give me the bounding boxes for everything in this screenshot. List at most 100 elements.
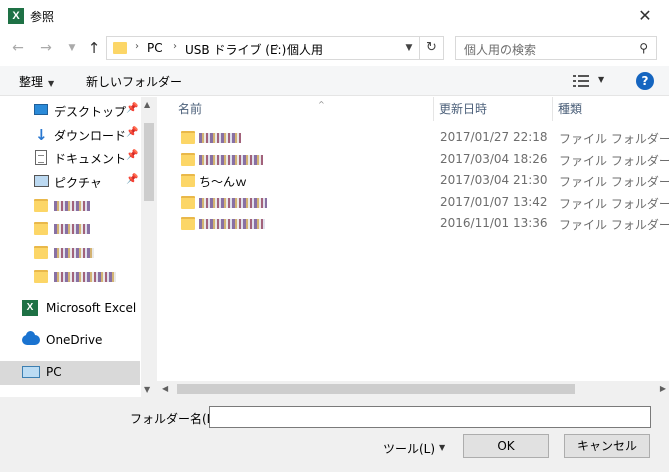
navigation-bar: ← → ▼ ↑ › PC › USB ドライブ (E:) › 個人用 ▼ ↻ 個… — [0, 32, 669, 64]
table-row[interactable]: ち～んｗ 2017/03/04 21:30 ファイル フォルダー — [157, 170, 669, 192]
recent-locations-chevron-icon[interactable]: ▼ — [62, 38, 82, 58]
nav-item-desktop[interactable]: デスクトップ 📌 — [0, 99, 140, 123]
nav-item-folder[interactable] — [0, 217, 140, 241]
up-arrow-icon[interactable]: ↑ — [84, 38, 104, 58]
view-options-icon[interactable] — [573, 74, 589, 88]
search-box[interactable]: 個人用の検索 ⚲ — [455, 36, 657, 60]
nav-item-folder[interactable] — [0, 194, 140, 218]
desktop-icon — [34, 104, 48, 115]
file-type: ファイル フォルダー — [559, 218, 669, 232]
column-header-type[interactable]: 種類 — [552, 97, 662, 121]
sort-ascending-icon: ^ — [318, 100, 325, 109]
excel-icon: X — [8, 8, 24, 24]
column-header-date-modified[interactable]: 更新日時 — [433, 97, 552, 121]
nav-item-pc[interactable]: PC — [0, 361, 140, 385]
breadcrumb-usb-drive[interactable]: USB ドライブ (E:) — [185, 41, 286, 58]
file-name: ち～んｗ — [199, 175, 248, 189]
file-type: ファイル フォルダー — [559, 154, 669, 168]
picture-icon — [34, 175, 49, 187]
file-list-horizontal-scrollbar[interactable]: ◀ ▶ — [157, 381, 669, 397]
scrollbar-thumb[interactable] — [144, 123, 154, 201]
file-type: ファイル フォルダー — [559, 175, 669, 189]
pin-icon: 📌 — [126, 103, 139, 114]
file-list: 名前 ^ 更新日時 種類 2017/01/27 22:18 ファイル フォルダー… — [157, 97, 669, 381]
cancel-button[interactable]: キャンセル — [564, 434, 650, 458]
file-type: ファイル フォルダー — [559, 132, 669, 146]
column-header-name[interactable]: 名前 ^ — [178, 97, 433, 121]
file-date: 2017/03/04 21:30 — [440, 173, 548, 187]
file-date: 2017/01/07 13:42 — [440, 195, 548, 209]
navigation-pane: デスクトップ 📌 ↓ ダウンロード 📌 ドキュメント 📌 ピクチャ 📌 X Mi… — [0, 97, 157, 397]
nav-item-onedrive[interactable]: OneDrive — [0, 329, 140, 353]
folder-icon — [34, 270, 48, 283]
help-icon[interactable]: ? — [636, 72, 654, 90]
search-icon[interactable]: ⚲ — [639, 41, 648, 55]
command-toolbar: 整理 ▼ 新しいフォルダー ▼ ? — [0, 66, 669, 96]
nav-item-downloads[interactable]: ↓ ダウンロード 📌 — [0, 123, 140, 147]
onedrive-icon — [22, 331, 40, 345]
download-icon: ↓ — [35, 126, 48, 144]
forward-arrow-icon[interactable]: → — [36, 38, 56, 58]
organize-label: 整理 — [19, 75, 44, 89]
table-row[interactable]: 2017/03/04 18:26 ファイル フォルダー — [157, 149, 669, 171]
scroll-up-icon[interactable]: ▲ — [144, 100, 150, 109]
nav-item-documents[interactable]: ドキュメント 📌 — [0, 146, 140, 170]
folder-name-input[interactable] — [209, 406, 651, 428]
nav-item-label: OneDrive — [46, 333, 103, 347]
breadcrumb-pc[interactable]: PC — [147, 41, 163, 55]
file-date: 2017/01/27 22:18 — [440, 130, 548, 144]
file-date: 2017/03/04 18:26 — [440, 152, 548, 166]
folder-icon — [181, 196, 195, 209]
scroll-right-icon[interactable]: ▶ — [660, 384, 666, 393]
breadcrumb-separator-icon: › — [173, 41, 177, 52]
table-row[interactable]: 2017/01/07 13:42 ファイル フォルダー — [157, 192, 669, 214]
file-date: 2016/11/01 13:36 — [440, 216, 548, 230]
title-bar: X 参照 ✕ — [0, 0, 669, 32]
nav-item-label: ダウンロード — [54, 129, 127, 143]
scrollbar-thumb[interactable] — [177, 384, 575, 394]
folder-icon — [34, 246, 48, 259]
tools-chevron-down-icon[interactable]: ▼ — [439, 443, 445, 452]
table-row[interactable]: 2016/11/01 13:36 ファイル フォルダー — [157, 213, 669, 235]
redacted-folder-name — [54, 198, 90, 212]
breadcrumb-personal[interactable]: 個人用 — [287, 41, 323, 58]
column-header-label: 名前 — [178, 102, 203, 116]
table-row[interactable]: 2017/01/27 22:18 ファイル フォルダー — [157, 127, 669, 149]
scroll-down-icon[interactable]: ▼ — [144, 385, 150, 394]
document-icon — [35, 150, 47, 165]
folder-icon — [181, 217, 195, 230]
refresh-icon[interactable]: ↻ — [419, 37, 443, 59]
redacted-folder-name — [54, 269, 116, 283]
file-name — [199, 195, 267, 209]
new-folder-button[interactable]: 新しいフォルダー — [86, 73, 182, 90]
pin-icon: 📌 — [126, 150, 139, 161]
back-arrow-icon[interactable]: ← — [8, 38, 28, 58]
pin-icon: 📌 — [126, 174, 139, 185]
close-button[interactable]: ✕ — [633, 4, 657, 28]
tools-button[interactable]: ツール(L) — [383, 440, 435, 457]
window-title: 参照 — [30, 10, 55, 24]
pin-icon: 📌 — [126, 127, 139, 138]
nav-item-label: ドキュメント — [54, 152, 127, 166]
ok-button[interactable]: OK — [463, 434, 549, 458]
nav-item-label: デスクトップ — [54, 105, 127, 119]
view-options-chevron-icon[interactable]: ▼ — [598, 75, 604, 84]
excel-icon: X — [22, 300, 38, 316]
address-dropdown-chevron-icon[interactable]: ▼ — [401, 40, 417, 56]
address-bar[interactable]: › PC › USB ドライブ (E:) › 個人用 ▼ ↻ — [106, 36, 444, 60]
redacted-folder-name — [54, 245, 94, 259]
file-name — [199, 216, 265, 230]
nav-item-pictures[interactable]: ピクチャ 📌 — [0, 170, 140, 194]
folder-icon — [181, 131, 195, 144]
folder-icon — [181, 153, 195, 166]
organize-button[interactable]: 整理 ▼ — [19, 73, 54, 90]
nav-item-microsoft-excel[interactable]: X Microsoft Excel — [0, 297, 140, 321]
navigation-pane-scrollbar[interactable]: ▲ ▼ — [141, 97, 157, 397]
nav-item-folder[interactable] — [0, 241, 140, 265]
scroll-left-icon[interactable]: ◀ — [162, 384, 168, 393]
breadcrumb-separator-icon: › — [135, 41, 139, 52]
search-input[interactable]: 個人用の検索 — [464, 41, 536, 58]
nav-item-folder[interactable] — [0, 265, 140, 289]
file-name — [199, 130, 241, 144]
folder-icon — [34, 199, 48, 212]
